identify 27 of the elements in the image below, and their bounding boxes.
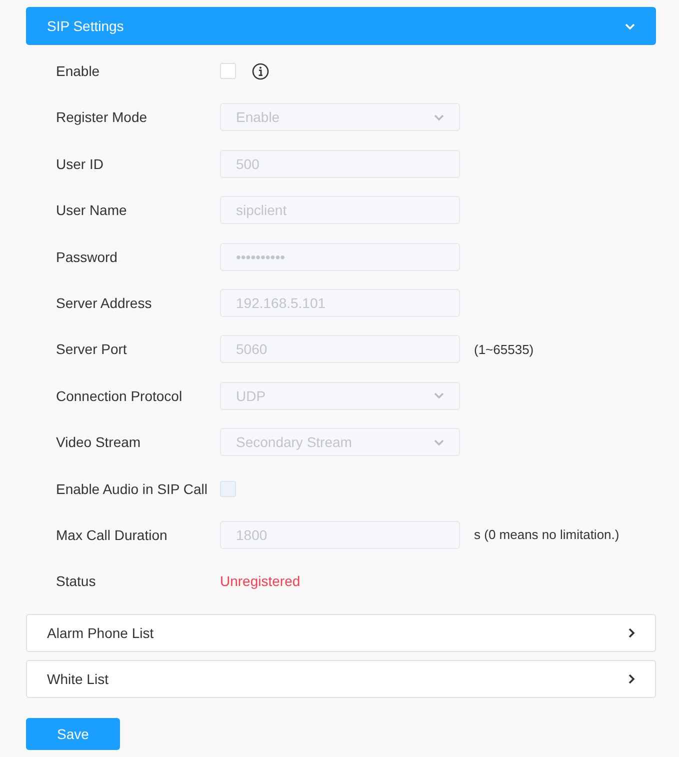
field-label: Video Stream bbox=[56, 434, 142, 450]
chevron-right-icon bbox=[628, 628, 635, 638]
field-label: Password bbox=[56, 248, 118, 265]
field-label: Connection Protocol bbox=[56, 388, 184, 404]
save-button[interactable]: Save bbox=[26, 718, 120, 750]
field-label: Max Call Duration bbox=[56, 526, 168, 543]
section-header[interactable]: SIP Settings bbox=[26, 7, 656, 45]
field-label: User Name bbox=[56, 202, 128, 218]
field-label: Enable Audio in SIP Call bbox=[56, 480, 209, 497]
checkbox[interactable] bbox=[220, 63, 236, 79]
field-label: User ID bbox=[56, 156, 104, 172]
chevron-down-icon bbox=[434, 392, 444, 400]
field-label: Status bbox=[56, 573, 97, 590]
chevron-down-icon bbox=[434, 114, 444, 121]
field-label: Register Mode bbox=[56, 109, 148, 126]
info-icon[interactable] bbox=[252, 62, 269, 80]
section-header[interactable]: Alarm Phone List bbox=[26, 614, 656, 652]
field-label: Server Address bbox=[56, 294, 153, 311]
field-label: Enable bbox=[56, 63, 101, 79]
chevron-down-icon bbox=[625, 22, 635, 30]
hint-text: s (0 means no limitation.) bbox=[474, 527, 620, 542]
status-text: Unregistered bbox=[220, 573, 300, 590]
field-label: Server Port bbox=[56, 341, 128, 358]
section-header[interactable]: White List bbox=[26, 660, 656, 698]
chevron-right-icon bbox=[628, 674, 635, 684]
hint-text: (1~65535) bbox=[474, 342, 534, 357]
chevron-down-icon bbox=[434, 438, 444, 446]
